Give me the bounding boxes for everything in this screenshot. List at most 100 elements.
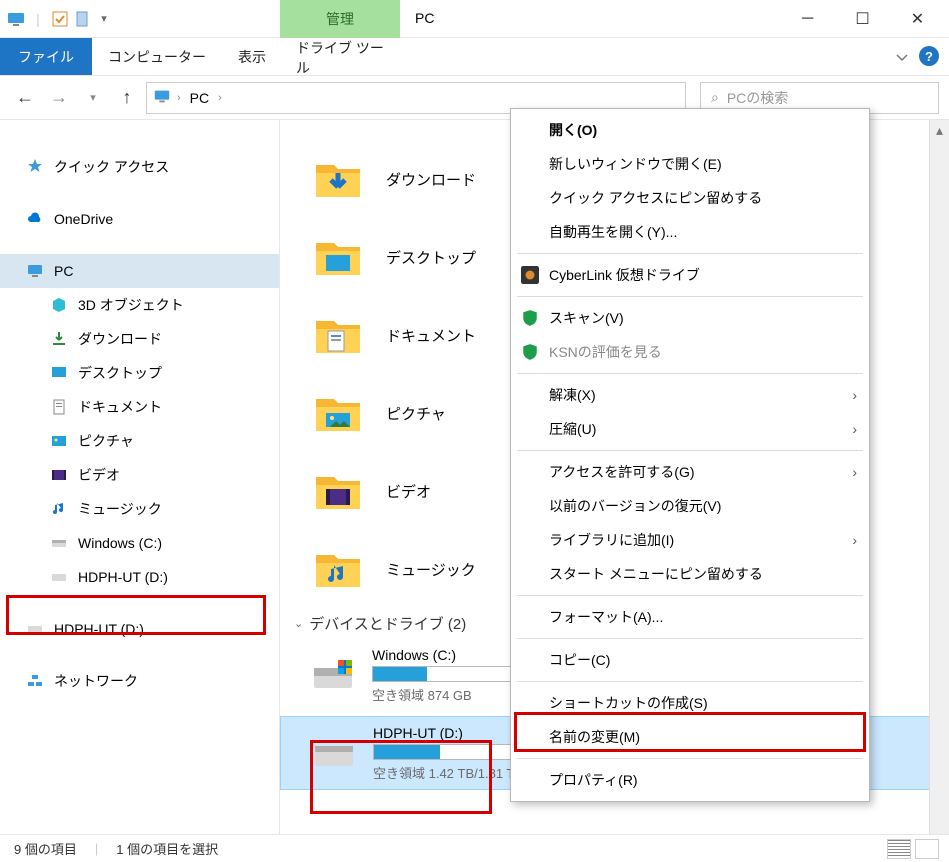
large-icons-view-button[interactable] <box>915 839 939 859</box>
label: ダウンロード <box>386 169 476 190</box>
nav-pc[interactable]: PC <box>0 254 279 288</box>
ctx-open[interactable]: 開く(O) <box>511 113 869 147</box>
ctx-rename[interactable]: 名前の変更(M) <box>511 720 869 754</box>
label: 3D オブジェクト <box>78 295 184 315</box>
pc-icon <box>26 262 44 280</box>
nav-videos[interactable]: ビデオ <box>0 458 279 492</box>
network-icon <box>26 672 44 690</box>
status-bar: 9 個の項目 | 1 個の項目を選択 <box>0 834 949 862</box>
submenu-arrow-icon: › <box>852 387 857 403</box>
ctx-properties[interactable]: プロパティ(R) <box>511 763 869 797</box>
nav-documents[interactable]: ドキュメント <box>0 390 279 424</box>
nav-pictures[interactable]: ピクチャ <box>0 424 279 458</box>
nav-drive-d[interactable]: HDPH-UT (D:) <box>0 560 279 594</box>
label: 解凍(X) <box>549 385 596 405</box>
separator <box>517 595 863 596</box>
context-menu: 開く(O) 新しいウィンドウで開く(E) クイック アクセスにピン留めする 自動… <box>510 108 870 802</box>
drive-tools-tab[interactable]: ドライブ ツール <box>280 38 400 78</box>
ctx-copy[interactable]: コピー(C) <box>511 643 869 677</box>
scrollbar[interactable]: ▴ <box>929 120 949 834</box>
manage-context-tab[interactable]: 管理 <box>280 0 400 38</box>
view-tab[interactable]: 表示 <box>222 38 282 75</box>
cube-icon <box>50 296 68 314</box>
nav-downloads[interactable]: ダウンロード <box>0 322 279 356</box>
nav-quick-access[interactable]: クイック アクセス <box>0 150 279 184</box>
label: 開く(O) <box>549 120 597 140</box>
ribbon-tabs: ファイル コンピューター 表示 ドライブ ツール ? <box>0 38 949 76</box>
close-button[interactable]: ✕ <box>890 0 945 38</box>
ctx-autoplay[interactable]: 自動再生を開く(Y)... <box>511 215 869 249</box>
properties-icon[interactable] <box>50 9 70 29</box>
separator <box>517 373 863 374</box>
ctx-add-library[interactable]: ライブラリに追加(I)› <box>511 523 869 557</box>
back-button[interactable]: ← <box>10 83 40 113</box>
label: ダウンロード <box>78 329 162 349</box>
cloud-icon <box>26 210 44 228</box>
folder-icon <box>312 231 364 283</box>
nav-drive-c[interactable]: Windows (C:) <box>0 526 279 560</box>
ctx-cyberlink[interactable]: CyberLink 仮想ドライブ <box>511 258 869 292</box>
nav-onedrive[interactable]: OneDrive <box>0 202 279 236</box>
label: ピクチャ <box>78 431 134 451</box>
ctx-scan[interactable]: スキャン(V) <box>511 301 869 335</box>
nav-3d-objects[interactable]: 3D オブジェクト <box>0 288 279 322</box>
label: スキャン(V) <box>549 308 624 328</box>
ribbon-expand-icon[interactable] <box>895 50 909 67</box>
search-placeholder: PCの検索 <box>727 88 788 108</box>
submenu-arrow-icon: › <box>852 464 857 480</box>
ctx-ksn[interactable]: KSNの評価を見る <box>511 335 869 369</box>
picture-icon <box>50 432 68 450</box>
nav-music[interactable]: ミュージック <box>0 492 279 526</box>
scroll-up-icon[interactable]: ▴ <box>930 120 949 140</box>
nav-drive-d-root[interactable]: HDPH-UT (D:) <box>0 612 279 646</box>
label: ピクチャ <box>386 403 446 424</box>
pc-icon <box>6 9 26 29</box>
label: HDPH-UT (D:) <box>78 569 168 585</box>
nav-desktop[interactable]: デスクトップ <box>0 356 279 390</box>
qat-dropdown-icon[interactable]: ▾ <box>94 9 114 29</box>
details-view-button[interactable] <box>887 839 911 859</box>
ctx-open-new-window[interactable]: 新しいウィンドウで開く(E) <box>511 147 869 181</box>
nav-network[interactable]: ネットワーク <box>0 664 279 698</box>
app-icon <box>521 266 539 284</box>
separator <box>517 758 863 759</box>
ctx-create-shortcut[interactable]: ショートカットの作成(S) <box>511 686 869 720</box>
separator <box>517 681 863 682</box>
desktop-icon <box>50 364 68 382</box>
help-icon[interactable]: ? <box>919 46 939 66</box>
chevron-down-icon: ⌄ <box>294 617 303 630</box>
ctx-previous-versions[interactable]: 以前のバージョンの復元(V) <box>511 489 869 523</box>
folder-icon <box>312 387 364 439</box>
ctx-compress[interactable]: 圧縮(U)› <box>511 412 869 446</box>
up-button[interactable]: ↑ <box>112 83 142 113</box>
label: ビデオ <box>386 481 431 502</box>
document-icon <box>50 398 68 416</box>
star-icon <box>26 158 44 176</box>
label: ミュージック <box>78 499 162 519</box>
file-tab[interactable]: ファイル <box>0 38 92 75</box>
doc-icon[interactable] <box>72 9 92 29</box>
quick-access-toolbar: | ▾ <box>0 9 114 29</box>
folder-icon <box>312 309 364 361</box>
ctx-pin-start[interactable]: スタート メニューにピン留めする <box>511 557 869 591</box>
computer-tab[interactable]: コンピューター <box>92 38 222 75</box>
forward-button[interactable]: → <box>44 83 74 113</box>
label: デバイスとドライブ (2) <box>309 613 466 634</box>
ctx-format[interactable]: フォーマット(A)... <box>511 600 869 634</box>
ctx-pin-quick-access[interactable]: クイック アクセスにピン留めする <box>511 181 869 215</box>
ctx-grant-access[interactable]: アクセスを許可する(G)› <box>511 455 869 489</box>
separator <box>517 253 863 254</box>
selected-count: 1 個の項目を選択 <box>116 839 218 858</box>
label: ドキュメント <box>78 397 162 417</box>
maximize-button[interactable]: ☐ <box>835 0 890 38</box>
label: 名前の変更(M) <box>549 727 640 747</box>
recent-dropdown-icon[interactable]: ▾ <box>78 83 108 113</box>
minimize-button[interactable]: ─ <box>780 0 835 38</box>
crumb-pc[interactable]: PC <box>187 84 212 112</box>
ctx-extract[interactable]: 解凍(X) › <box>511 378 869 412</box>
label: CyberLink 仮想ドライブ <box>549 265 700 285</box>
label: PC <box>54 263 73 279</box>
label: 自動再生を開く(Y)... <box>549 222 677 242</box>
label: ビデオ <box>78 465 120 485</box>
label: スタート メニューにピン留めする <box>549 564 763 584</box>
